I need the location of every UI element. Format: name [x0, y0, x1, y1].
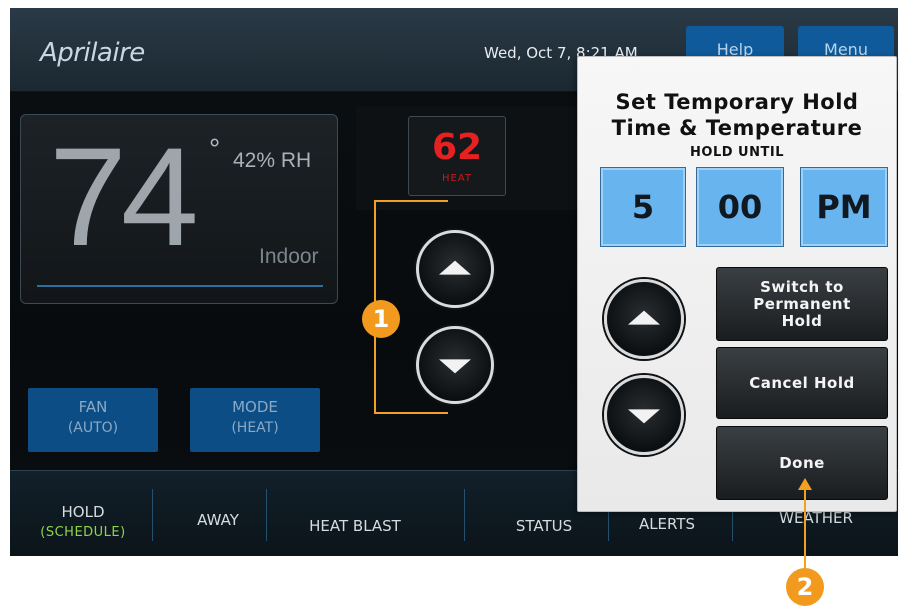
brand-logo: Aprilaire — [40, 38, 145, 68]
switch-permanent-line-2: Permanent — [753, 294, 851, 313]
nav-alerts[interactable]: ALERTS — [622, 515, 712, 533]
arrow-down-icon — [628, 409, 660, 424]
switch-to-permanent-hold-button[interactable]: Switch to Permanent Hold — [716, 267, 888, 341]
dialog-title-line-2: Time & Temperature — [611, 116, 863, 140]
indoor-temperature: 74 — [49, 118, 199, 275]
dialog-title-line-1: Set Temporary Hold — [615, 90, 859, 114]
nav-divider — [152, 489, 153, 541]
setpoint-display[interactable]: 62 HEAT — [408, 116, 506, 196]
hold-until-label: HOLD UNTIL — [690, 145, 784, 160]
mode-button[interactable]: MODE (HEAT) — [190, 388, 320, 452]
nav-status[interactable]: STATUS — [494, 517, 594, 535]
switch-permanent-line-1: Switch to — [760, 277, 844, 296]
mode-value: (HEAT) — [231, 420, 279, 436]
switch-permanent-line-3: Hold — [781, 311, 823, 330]
humidity-reading: 42% RH — [233, 149, 312, 172]
nav-heat-blast[interactable]: HEAT BLAST — [280, 517, 430, 535]
hold-time-down-button[interactable] — [604, 375, 684, 455]
cancel-hold-button[interactable]: Cancel Hold — [716, 347, 888, 419]
setpoint-value: 62 — [431, 127, 483, 168]
indoor-label: Indoor — [259, 245, 319, 268]
nav-hold[interactable]: HOLD (SCHEDULE) — [28, 503, 138, 540]
temperature-underline — [37, 285, 323, 287]
arrow-up-icon — [628, 310, 660, 325]
fan-button[interactable]: FAN (AUTO) — [28, 388, 158, 452]
temporary-hold-dialog: Set Temporary Hold Time & Temperature HO… — [577, 56, 897, 512]
hold-time-up-button[interactable] — [604, 279, 684, 359]
annotation-callout-2: 2 — [786, 568, 824, 606]
mode-label: MODE — [232, 398, 278, 416]
indoor-temperature-panel: 74 ° 42% RH Indoor — [20, 114, 338, 304]
nav-away[interactable]: AWAY — [178, 511, 258, 529]
annotation-arrow-line — [804, 486, 806, 570]
annotation-callout-1: 1 — [362, 300, 400, 338]
fan-value: (AUTO) — [67, 420, 119, 436]
fan-label: FAN — [78, 398, 108, 416]
degree-symbol: ° — [209, 133, 221, 164]
nav-divider — [464, 489, 465, 541]
nav-hold-label: HOLD — [61, 503, 105, 521]
minute-selector[interactable]: 00 — [696, 167, 784, 247]
ampm-selector[interactable]: PM — [800, 167, 888, 247]
nav-divider — [266, 489, 267, 541]
setpoint-mode: HEAT — [441, 173, 472, 184]
hour-selector[interactable]: 5 — [600, 167, 686, 247]
nav-hold-status: (SCHEDULE) — [40, 525, 126, 540]
annotation-arrow-head-icon — [798, 478, 812, 490]
dialog-title: Set Temporary Hold Time & Temperature — [578, 89, 896, 141]
